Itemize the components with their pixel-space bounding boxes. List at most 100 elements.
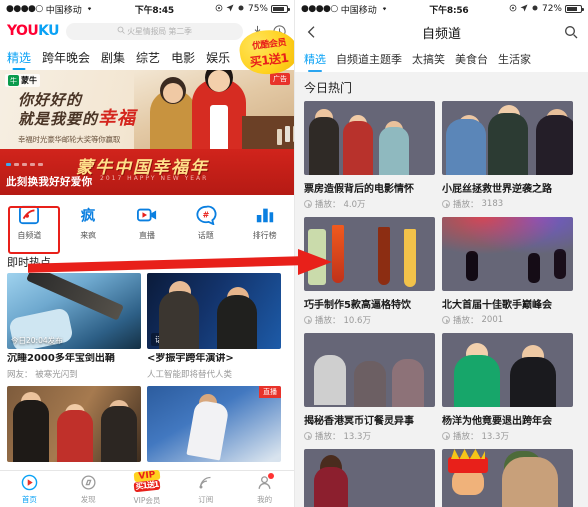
list-item[interactable]: 今日20:04发布 沉睡2000多年宝剑出鞘 网友： 被寒光闪到 bbox=[7, 273, 141, 380]
status-time: 下午8:45 bbox=[134, 5, 174, 16]
tab-juji[interactable]: 剧集 bbox=[101, 49, 125, 66]
search-input[interactable]: 火星情报局 第二季 bbox=[65, 22, 243, 40]
topic-hash-icon: # bbox=[193, 203, 219, 227]
video-thumbnail[interactable] bbox=[7, 385, 141, 462]
status-right: 72% bbox=[509, 4, 584, 15]
video-thumbnail[interactable]: 今日20:04发布 bbox=[7, 273, 141, 349]
list-item[interactable]: 巧手制作5款高逼格特饮 播放： 10.6万 bbox=[304, 217, 435, 326]
video-thumbnail[interactable]: 直播 bbox=[147, 385, 281, 462]
tab-shenghuojia[interactable]: 生活家 bbox=[498, 51, 531, 67]
video-title: 巧手制作5款高逼格特饮 bbox=[304, 300, 411, 311]
play-count: 3183 bbox=[481, 199, 504, 209]
list-item[interactable] bbox=[7, 385, 141, 462]
video-meta: 播放： 2001 bbox=[442, 314, 573, 326]
page-title: 自频道 bbox=[421, 26, 461, 42]
video-title: 北大首届十佳歌手巅峰会 bbox=[442, 300, 552, 311]
video-thumbnail[interactable] bbox=[304, 217, 435, 291]
location-icon bbox=[226, 4, 234, 15]
list-item[interactable]: 爱光 bbox=[304, 449, 435, 507]
play-count-icon bbox=[442, 432, 450, 440]
tab-yule[interactable]: 娱乐 bbox=[206, 49, 230, 66]
tab-zongyi[interactable]: 综艺 bbox=[136, 49, 160, 66]
play-count: 2001 bbox=[481, 315, 504, 325]
tabbar-item-vip[interactable]: VIP 买1送1 VIP会员 bbox=[118, 469, 177, 506]
video-meta: 播放： 4.0万 bbox=[304, 198, 435, 210]
list-item[interactable]: 北大首届十佳歌手巅峰会 播放： 2001 bbox=[442, 217, 573, 326]
tab-kuanianwanhui[interactable]: 跨年晚会 bbox=[42, 49, 90, 66]
play-count-icon bbox=[304, 200, 312, 208]
video-thumbnail[interactable] bbox=[442, 333, 573, 407]
video-thumbnail[interactable] bbox=[442, 217, 573, 291]
left-bottom-tabbar: 首页 发现 VIP 买1送1 VIP会员 订阅 我的 bbox=[0, 469, 294, 507]
list-item[interactable]: 揭秘香港冥币订餐灵异事 播放： 13.3万 bbox=[304, 333, 435, 442]
tabbar-item-discover[interactable]: 发现 bbox=[59, 474, 118, 505]
search-icon bbox=[117, 26, 125, 36]
tabbar-item-home[interactable]: 首页 bbox=[0, 474, 59, 505]
video-thumbnail[interactable]: 爱光 bbox=[304, 449, 435, 507]
tab-dianying[interactable]: 电影 bbox=[171, 49, 195, 66]
nav-item-laifeng[interactable]: 疯 来疯 bbox=[59, 203, 118, 241]
search-placeholder: 火星情报局 第二季 bbox=[127, 26, 192, 36]
nav-label-huati: 话题 bbox=[197, 231, 214, 240]
nav-item-huati[interactable]: # 话题 bbox=[176, 203, 235, 241]
tab-jingxuan[interactable]: 精选 bbox=[7, 49, 31, 66]
nav-item-zipindao[interactable]: 自频道 bbox=[0, 203, 60, 254]
tabbar-label-vip: VIP会员 bbox=[133, 495, 161, 505]
video-thumbnail[interactable] bbox=[442, 101, 573, 175]
svg-text:疯: 疯 bbox=[81, 206, 96, 224]
ad-banner[interactable]: 牛 蒙牛 广告 你好好的 就是我要的幸福 幸福时光豪华邮轮大奖等你赢取 马上领取… bbox=[0, 70, 294, 195]
play-count-icon bbox=[442, 200, 450, 208]
live-badge: 直播 bbox=[259, 385, 281, 398]
vip-chip-bottom: 买1送1 bbox=[133, 479, 161, 492]
video-title: 杨洋为他竟要退出跨年会 bbox=[442, 416, 552, 427]
video-thumbnail[interactable] bbox=[442, 449, 573, 507]
play-count: 13.3万 bbox=[343, 432, 371, 442]
play-count-icon bbox=[304, 432, 312, 440]
tabbar-item-mine[interactable]: 我的 bbox=[235, 472, 294, 505]
right-content-scroll[interactable]: 今日热门 票房造假背后的电影情怀 播放： 4.0万 小屁丝拯救世界逆袭之路 播放… bbox=[295, 72, 588, 507]
nav-item-paihangbang[interactable]: 排行榜 bbox=[235, 203, 294, 241]
search-icon[interactable] bbox=[563, 24, 579, 40]
banner-pagination-dots[interactable] bbox=[6, 163, 43, 166]
alarm-icon bbox=[215, 4, 223, 15]
video-thumbnail[interactable] bbox=[304, 101, 435, 175]
right-video-grid: 票房造假背后的电影情怀 播放： 4.0万 小屁丝拯救世界逆袭之路 播放： 318… bbox=[295, 101, 588, 507]
battery-icon bbox=[565, 5, 584, 13]
tab-zipindao-zhutiji[interactable]: 自频道主题季 bbox=[336, 51, 402, 67]
ranking-bars-icon bbox=[252, 203, 278, 227]
video-thumbnail[interactable] bbox=[304, 333, 435, 407]
location-icon bbox=[520, 4, 528, 15]
left-video-grid: 今日20:04发布 沉睡2000多年宝剑出鞘 网友： 被寒光闪到 话题热议 <罗… bbox=[0, 26, 294, 462]
chevron-left-icon[interactable] bbox=[304, 24, 320, 40]
list-item[interactable]: 话题热议 <罗振宇跨年演讲> 人工智能即将替代人类 优酷会员 买1送1 bbox=[147, 26, 294, 380]
vip-promo-badge[interactable]: 优酷会员 买1送1 bbox=[237, 26, 294, 78]
list-item[interactable]: 票房造假背后的电影情怀 播放： 4.0万 bbox=[304, 101, 435, 210]
nav-label-paihangbang: 排行榜 bbox=[252, 231, 277, 240]
video-subtitle: 人工智能即将替代人类 bbox=[147, 369, 233, 380]
tabbar-item-subscribe[interactable]: 订阅 bbox=[176, 474, 235, 505]
nav-item-zhibo[interactable]: 直播 bbox=[118, 203, 177, 241]
right-status-bar: ●●●●○ 中国移动 下午8:56 72% bbox=[295, 0, 588, 18]
play-label: 播放： bbox=[453, 432, 479, 442]
battery-percent: 75% bbox=[247, 4, 268, 14]
right-phone-screen: ●●●●○ 中国移动 下午8:56 72% 自频道 精选 自频道主题季 太搞笑 … bbox=[294, 0, 588, 507]
battery-icon bbox=[271, 5, 290, 13]
tab-meishitai[interactable]: 美食台 bbox=[455, 51, 488, 67]
nav-label-zipindao: 自频道 bbox=[17, 231, 42, 240]
section-title-jinrirenmen: 今日热门 bbox=[295, 72, 588, 101]
list-item[interactable]: 杨洋为他竟要退出跨年会 播放： 13.3万 bbox=[442, 333, 573, 442]
signal-dots-icon: ●●●●○ bbox=[301, 4, 338, 14]
list-item[interactable]: 小屁丝拯救世界逆袭之路 播放： 3183 bbox=[442, 101, 573, 210]
tab-taigaoxiao[interactable]: 太搞笑 bbox=[412, 51, 445, 67]
section-title-jishiredian: 即时热点 bbox=[7, 256, 51, 269]
video-thumbnail[interactable]: 话题热议 bbox=[147, 273, 281, 349]
play-label: 播放： bbox=[315, 200, 341, 210]
notification-dot bbox=[267, 472, 274, 479]
left-status-bar: ●●●●○ 中国移动 下午8:45 75% bbox=[0, 0, 294, 18]
video-title: 票房造假背后的电影情怀 bbox=[304, 184, 414, 195]
list-item[interactable] bbox=[442, 449, 573, 507]
tab-jingxuan[interactable]: 精选 bbox=[304, 51, 326, 67]
ad-tag: 广告 bbox=[270, 73, 290, 85]
list-item[interactable]: 直播 bbox=[147, 385, 281, 462]
banner-line2: 就是我要的幸福 bbox=[18, 108, 153, 130]
